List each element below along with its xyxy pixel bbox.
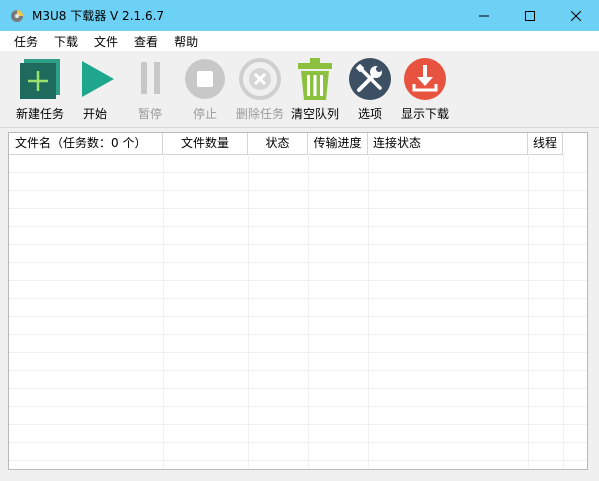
stop-button[interactable]: 停止 bbox=[177, 57, 233, 123]
grid-row-line bbox=[9, 406, 587, 407]
play-icon bbox=[82, 61, 114, 97]
app-logo-icon bbox=[11, 9, 23, 22]
grid-row-line bbox=[9, 370, 587, 371]
options-button[interactable]: 选项 bbox=[342, 57, 398, 123]
grid-row-line bbox=[9, 424, 587, 425]
menu-download[interactable]: 下载 bbox=[48, 33, 84, 50]
pause-button[interactable]: 暂停 bbox=[122, 57, 178, 123]
grid-column-line bbox=[528, 154, 529, 469]
grid-row-line bbox=[9, 244, 587, 245]
grid-row-line bbox=[9, 442, 587, 443]
menu-bar: 任务 下载 文件 查看 帮助 bbox=[0, 31, 599, 51]
options-label: 选项 bbox=[357, 107, 382, 121]
pause-icon bbox=[141, 62, 160, 94]
clear-queue-button[interactable]: 清空队列 bbox=[287, 57, 343, 123]
show-downloads-label: 显示下载 bbox=[400, 107, 449, 121]
minimize-icon bbox=[479, 15, 489, 16]
grid-row-line bbox=[9, 460, 587, 461]
menu-file[interactable]: 文件 bbox=[88, 33, 124, 50]
start-button[interactable]: 开始 bbox=[67, 57, 123, 123]
grid-row-line bbox=[9, 352, 587, 353]
maximize-icon bbox=[525, 10, 535, 21]
menu-view[interactable]: 查看 bbox=[128, 33, 164, 50]
stop-label: 停止 bbox=[192, 107, 217, 121]
grid-column-line bbox=[368, 154, 369, 469]
grid-row-line bbox=[9, 280, 587, 281]
pause-label: 暂停 bbox=[137, 107, 162, 121]
grid-row-line bbox=[9, 226, 587, 227]
close-button[interactable] bbox=[553, 0, 599, 31]
grid-column-line bbox=[163, 154, 164, 469]
new-task-icon bbox=[20, 59, 60, 99]
grid-row-line bbox=[9, 208, 587, 209]
grid-row-line bbox=[9, 262, 587, 263]
maximize-button[interactable] bbox=[507, 0, 553, 31]
task-list-body bbox=[9, 154, 587, 469]
tools-icon bbox=[349, 58, 391, 100]
new-task-label: 新建任务 bbox=[15, 107, 64, 121]
new-task-button[interactable]: 新建任务 bbox=[12, 57, 68, 123]
grid-column-line bbox=[248, 154, 249, 469]
column-header-progress[interactable]: 传输进度 bbox=[308, 133, 368, 154]
download-icon bbox=[404, 58, 446, 100]
toolbar: 新建任务 开始 暂停 停止 删除任务 清空队列 选项 显示下载 bbox=[0, 51, 599, 128]
column-header-filename[interactable]: 文件名（任务数：0 个） bbox=[9, 133, 163, 154]
grid-row-line bbox=[9, 388, 587, 389]
grid-column-line bbox=[308, 154, 309, 469]
close-icon bbox=[571, 10, 581, 21]
minimize-button[interactable] bbox=[461, 0, 507, 31]
clear-queue-label: 清空队列 bbox=[290, 107, 339, 121]
column-header-connection[interactable]: 连接状态 bbox=[368, 133, 528, 154]
delete-task-label: 删除任务 bbox=[235, 107, 284, 121]
column-header-file-count[interactable]: 文件数量 bbox=[163, 133, 248, 154]
start-label: 开始 bbox=[82, 107, 107, 121]
stop-icon bbox=[185, 59, 225, 99]
grid-row-line bbox=[9, 298, 587, 299]
grid-row-line bbox=[9, 316, 587, 317]
show-downloads-button[interactable]: 显示下载 bbox=[397, 57, 453, 123]
delete-task-button[interactable]: 删除任务 bbox=[232, 57, 288, 123]
menu-task[interactable]: 任务 bbox=[8, 33, 44, 50]
grid-row-line bbox=[9, 172, 587, 173]
grid-column-line bbox=[563, 154, 564, 469]
column-header-status[interactable]: 状态 bbox=[248, 133, 308, 154]
trash-icon bbox=[298, 58, 332, 100]
grid-row-line bbox=[9, 190, 587, 191]
delete-task-icon bbox=[239, 58, 281, 100]
window-title: M3U8 下载器 V 2.1.6.7 bbox=[32, 9, 165, 23]
title-bar: M3U8 下载器 V 2.1.6.7 bbox=[0, 0, 599, 31]
menu-help[interactable]: 帮助 bbox=[168, 33, 204, 50]
task-list[interactable]: 文件名（任务数：0 个） 文件数量 状态 传输进度 连接状态 线程 bbox=[8, 132, 588, 470]
grid-row-line bbox=[9, 334, 587, 335]
task-list-header: 文件名（任务数：0 个） 文件数量 状态 传输进度 连接状态 线程 bbox=[9, 133, 563, 155]
column-header-threads[interactable]: 线程 bbox=[528, 133, 563, 154]
